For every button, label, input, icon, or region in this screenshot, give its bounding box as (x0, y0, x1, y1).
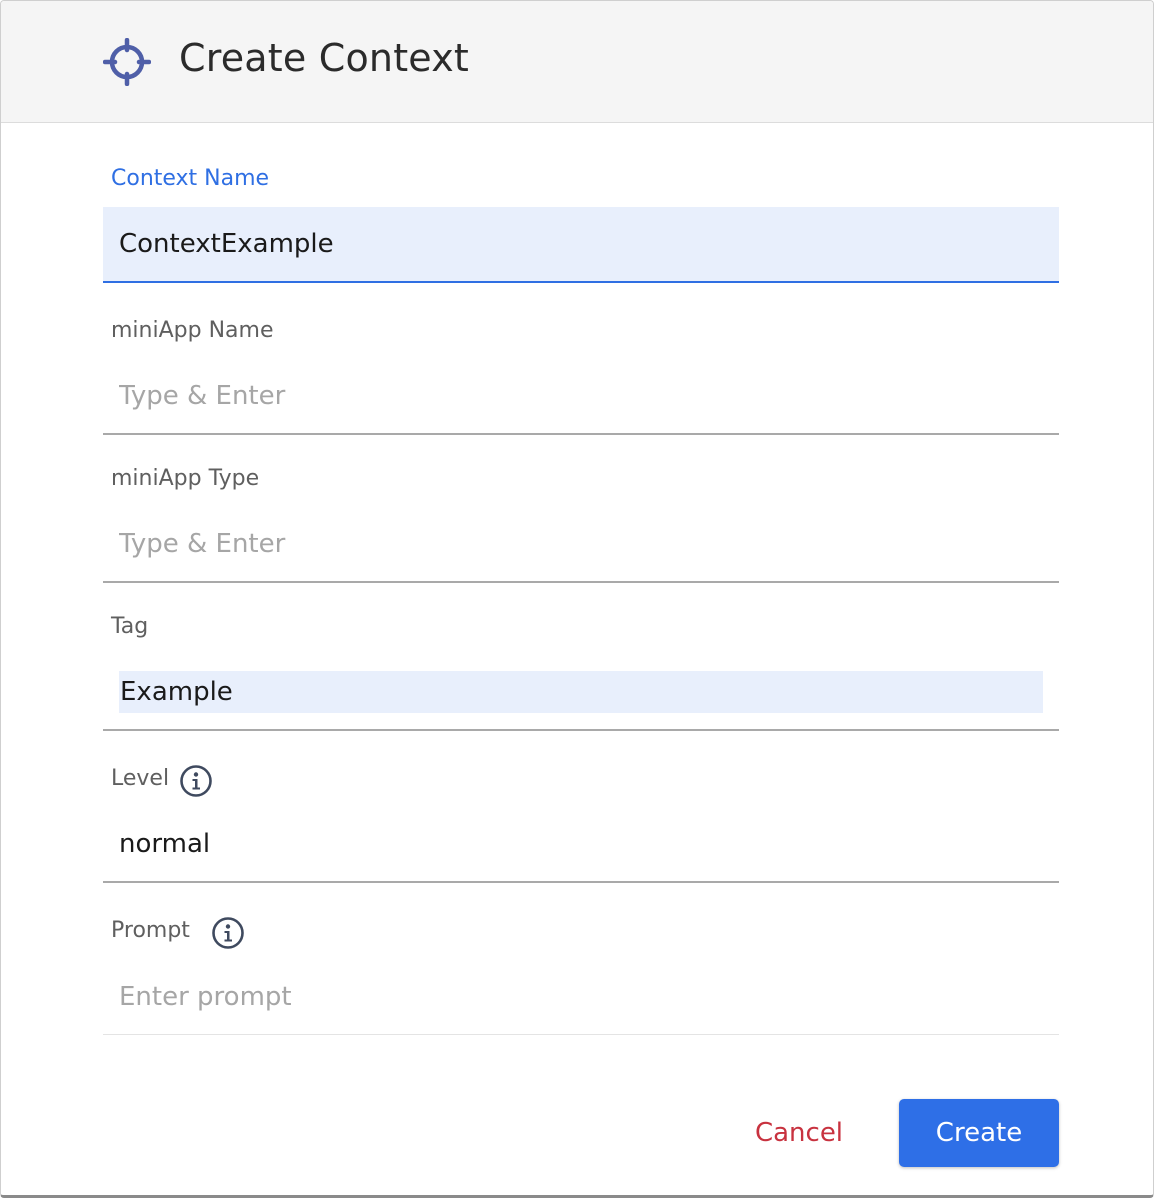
level-info-icon[interactable] (179, 764, 213, 798)
level-label: Level (111, 766, 170, 791)
tag-chip[interactable]: Example (119, 671, 1043, 713)
miniapp-type-label: miniApp Type (111, 466, 260, 491)
prompt-input[interactable] (103, 959, 1059, 1035)
context-name-input[interactable] (103, 207, 1059, 283)
miniapp-name-input[interactable] (103, 359, 1059, 435)
dialog-title: Create Context (179, 36, 470, 80)
dialog-header: Create Context (1, 1, 1153, 123)
crosshair-icon (103, 38, 151, 86)
cancel-button[interactable]: Cancel (731, 1099, 867, 1167)
tag-label: Tag (111, 614, 149, 639)
level-select[interactable] (103, 807, 1059, 883)
miniapp-name-label: miniApp Name (111, 318, 274, 343)
miniapp-type-input[interactable] (103, 507, 1059, 583)
context-name-label: Context Name (111, 166, 270, 191)
create-context-dialog: Create Context Context Name miniApp Name… (0, 0, 1154, 1198)
prompt-label: Prompt (111, 918, 190, 943)
create-button[interactable]: Create (899, 1099, 1059, 1167)
tag-input[interactable]: Example (103, 651, 1059, 731)
prompt-info-icon[interactable] (211, 916, 245, 950)
